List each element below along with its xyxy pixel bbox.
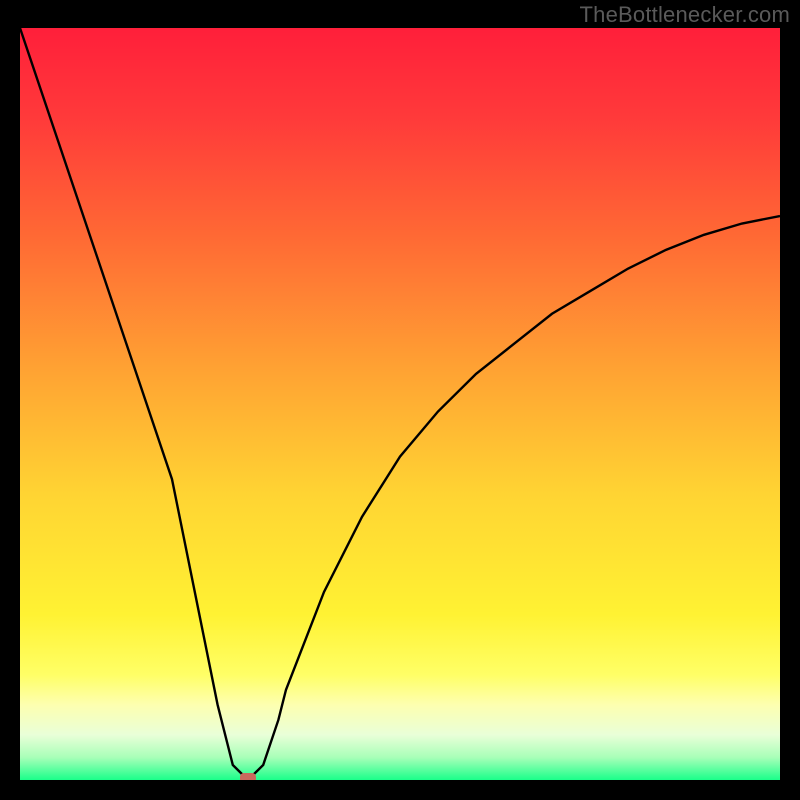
watermark-text: TheBottlenecker.com: [580, 2, 790, 28]
plot-area: [20, 28, 780, 780]
chart-frame: TheBottlenecker.com: [0, 0, 800, 800]
chart-svg: [20, 28, 780, 780]
gradient-background: [20, 28, 780, 780]
optimal-marker: [240, 773, 256, 780]
